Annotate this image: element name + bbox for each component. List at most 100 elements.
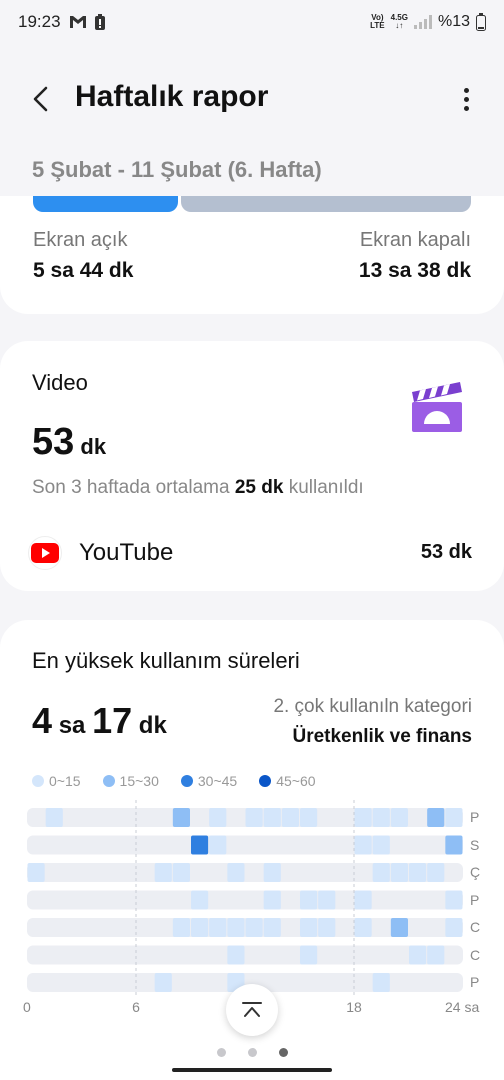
week-range: 5 Şubat - 11 Şubat (6. Hafta) (32, 157, 322, 182)
heatmap-cell (172, 808, 190, 827)
screen-time-card: Ekran açık 5 sa 44 dk Ekran kapalı 13 sa… (0, 196, 504, 314)
heatmap-axis-tick: 24 sa (445, 999, 480, 1015)
screen-off-label: Ekran kapalı (359, 229, 471, 251)
network-type-indicator: 4.5G ↓↑ (390, 13, 408, 30)
more-dot-icon (463, 96, 469, 102)
heatmap-cell (354, 890, 372, 910)
heatmap-cell (427, 945, 445, 965)
category-time: 53 dk (32, 421, 107, 463)
heatmap-cell (318, 918, 336, 937)
heatmap-axis-tick: 0 (23, 999, 31, 1015)
gmail-icon (69, 16, 86, 28)
heatmap-cell (372, 835, 390, 855)
back-button[interactable] (22, 80, 60, 118)
video-clapperboard-icon (412, 382, 462, 432)
page-title: Haftalık rapor (75, 80, 269, 113)
app-name: YouTube (79, 539, 174, 566)
app-header: Haftalık rapor (0, 70, 504, 128)
heatmap-cell (354, 808, 372, 827)
heatmap-cell (354, 918, 372, 937)
heatmap-cell (409, 863, 427, 882)
heatmap-day-label: P (470, 891, 480, 908)
heatmap-cell (245, 918, 263, 937)
scroll-up-icon (242, 1002, 262, 1017)
battery-icon (476, 13, 486, 31)
heatmap-cell (172, 918, 190, 937)
heatmap-cell (27, 863, 45, 882)
heatmap-cell (300, 808, 318, 827)
heatmap-cell (372, 808, 390, 827)
heatmap-cell (154, 973, 172, 992)
video-category-card[interactable]: Video 53 dk Son 3 haftada ortalama 25 dk… (0, 341, 504, 591)
average-usage-text: Son 3 haftada ortalama 25 dk kullanıldı (32, 477, 364, 498)
heatmap-cell (372, 863, 390, 882)
heatmap-cell (227, 918, 245, 937)
more-dot-icon (463, 87, 469, 93)
heatmap-cell (427, 808, 445, 827)
page-dot-active[interactable] (278, 1048, 288, 1057)
heatmap-cell (227, 863, 245, 882)
category-title: Video (32, 370, 88, 395)
heatmap-cell (245, 808, 263, 827)
heatmap-axis-tick: 18 (346, 999, 362, 1015)
page-indicator (0, 1048, 504, 1057)
screen-on-value: 5 sa 44 dk (33, 259, 134, 282)
heatmap-cell (45, 808, 63, 827)
screen-on-label: Ekran açık (33, 229, 128, 251)
heatmap-cell (263, 808, 281, 827)
heatmap-cell (263, 918, 281, 937)
heatmap-day-label: S (470, 836, 480, 853)
heatmap-cell (300, 890, 318, 910)
youtube-icon (28, 536, 62, 570)
heatmap-cell (263, 890, 281, 910)
heatmap-cell (445, 808, 463, 827)
heatmap-cell (445, 918, 463, 937)
more-dot-icon (463, 105, 469, 111)
page-dot[interactable] (247, 1048, 257, 1057)
heatmap-cell (300, 918, 318, 937)
heatmap-cell (281, 808, 299, 827)
heatmap-cell (427, 863, 445, 882)
heatmap-cell (191, 918, 209, 937)
heatmap-axis-tick: 6 (132, 999, 140, 1015)
heatmap-cell (191, 890, 209, 910)
heatmap-day-label: Ç (470, 864, 481, 880)
screen-off-value: 13 sa 38 dk (358, 259, 471, 282)
battery-level: %13 (437, 13, 470, 30)
heatmap-cell (154, 863, 172, 882)
heatmap-cell (445, 835, 463, 855)
heatmap-cell (354, 835, 372, 855)
heatmap-cell (390, 808, 408, 827)
heatmap-day-label: C (470, 946, 481, 963)
screen-on-bar (33, 196, 178, 212)
battery-alert-icon (94, 14, 105, 30)
scroll-to-top-button[interactable] (226, 984, 278, 1036)
heatmap-cell (227, 945, 245, 965)
home-indicator[interactable] (172, 1068, 332, 1072)
app-row-youtube[interactable]: YouTube 53 dk (28, 533, 478, 573)
heatmap-cell (263, 863, 281, 882)
heatmap-cell (318, 890, 336, 910)
heatmap-cell (172, 863, 190, 882)
heatmap-cell (209, 808, 227, 827)
heatmap-cell (191, 835, 209, 855)
volte-indicator: Vo) LTE (370, 13, 385, 30)
screen-off-bar (181, 196, 471, 212)
app-time: 53 dk (420, 541, 472, 563)
heatmap-cell (300, 945, 318, 965)
heatmap-cell (209, 918, 227, 937)
heatmap-cell (445, 890, 463, 910)
heatmap-cell (372, 973, 390, 992)
heatmap-day-label: P (470, 974, 480, 990)
heatmap-cell (390, 863, 408, 882)
heatmap-row-background (27, 835, 463, 855)
heatmap-row-background (27, 945, 463, 965)
back-arrow-icon (33, 86, 48, 112)
status-time: 19:23 (18, 12, 61, 31)
heatmap-cell (390, 918, 408, 937)
status-bar: 19:23 Vo) LTE 4.5G ↓↑ %13 (0, 0, 504, 44)
page-dot[interactable] (216, 1048, 226, 1057)
signal-icon (413, 15, 432, 29)
more-options-button[interactable] (456, 80, 476, 118)
usage-heatmap (27, 800, 463, 998)
